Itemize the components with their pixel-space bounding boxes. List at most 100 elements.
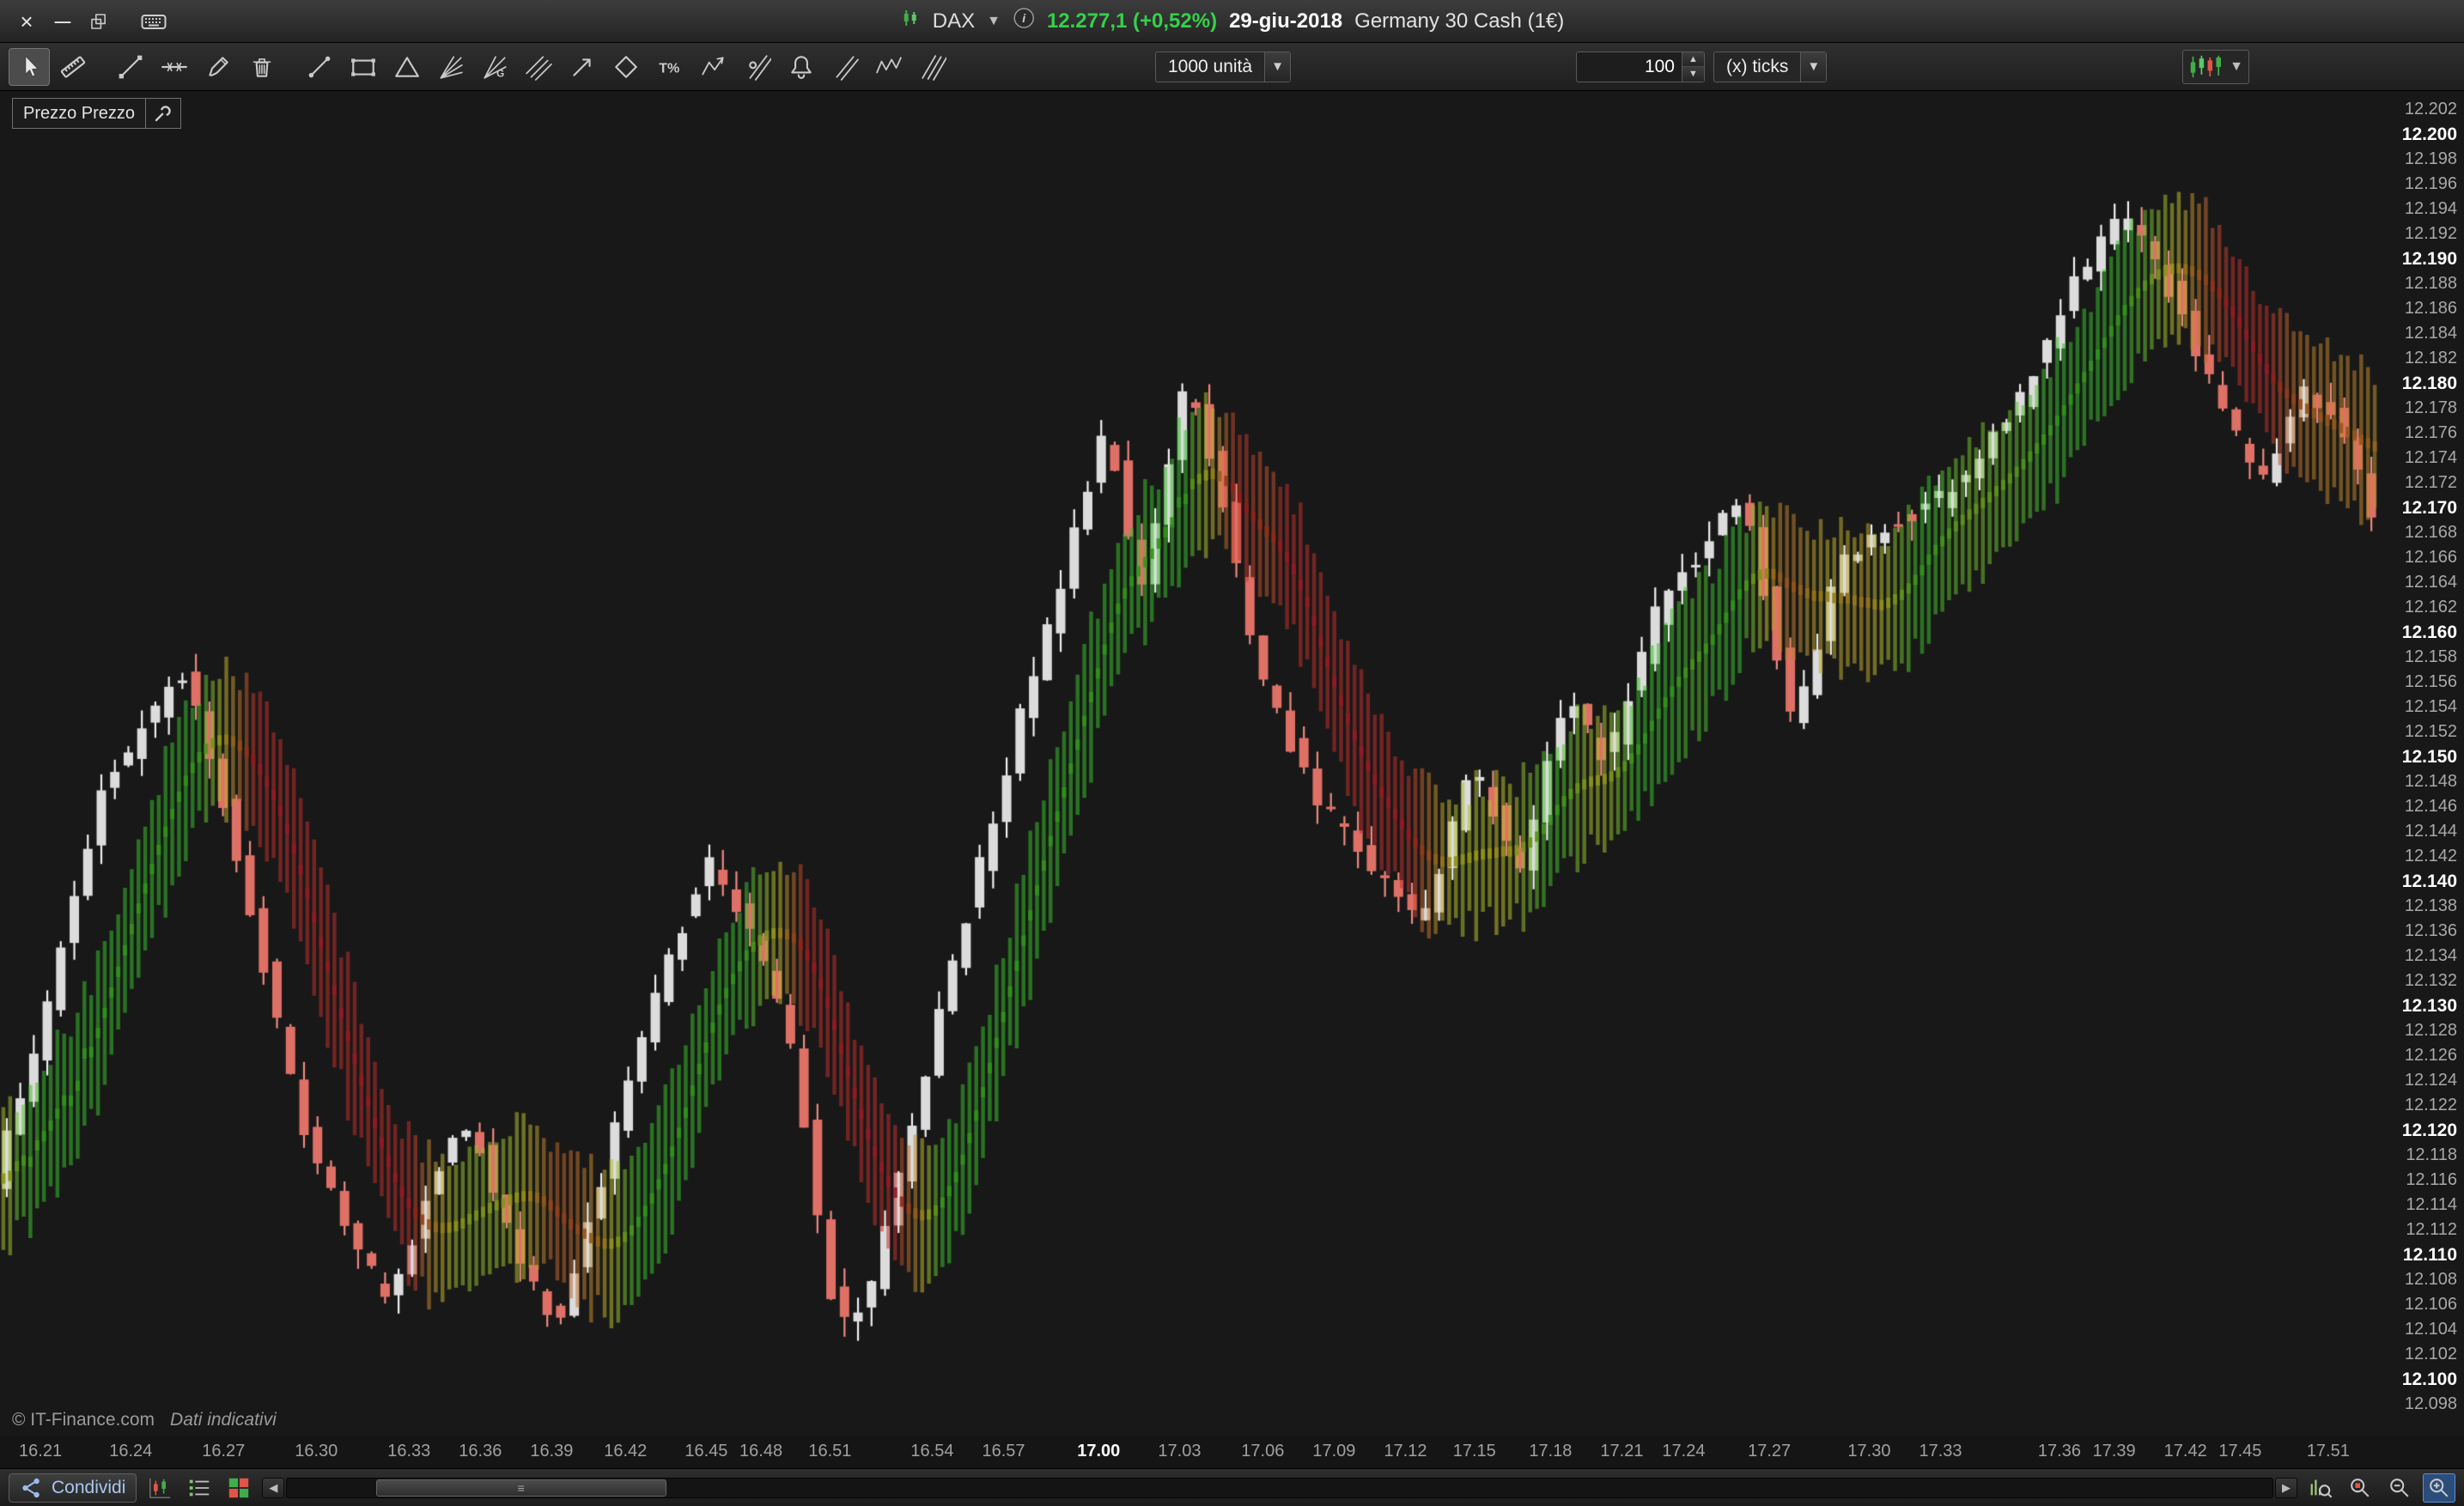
price-axis-label: 12.112 [2406, 1219, 2457, 1239]
percent-retracement-tool-button[interactable]: T% [649, 48, 691, 86]
time-axis-label: 16.33 [387, 1442, 431, 1460]
chevron-down-icon[interactable]: ▼ [987, 14, 1001, 29]
indicator-tab[interactable]: Prezzo Prezzo [12, 98, 182, 129]
scroll-left-icon[interactable]: ◀ [262, 1477, 285, 1498]
trash-icon [252, 58, 271, 77]
zigzag-tool-button[interactable] [693, 48, 734, 86]
price-axis-label: 12.198 [2404, 149, 2457, 168]
price-axis-label: 12.104 [2404, 1319, 2457, 1339]
info-icon[interactable]: i [1013, 7, 1035, 35]
time-axis-label: 17.12 [1384, 1442, 1427, 1460]
price-axis-label: 12.158 [2404, 647, 2457, 666]
price-axis-label: 12.202 [2404, 99, 2457, 118]
zoom-out-button[interactable] [2383, 1473, 2416, 1503]
share-icon [22, 1478, 40, 1497]
price-axis-label: 12.194 [2404, 198, 2457, 218]
time-axis-label: 17.06 [1241, 1442, 1285, 1460]
triangle-tool-button[interactable] [386, 48, 428, 86]
zoom-selection-button[interactable] [2344, 1473, 2376, 1503]
price-axis-label: 12.178 [2404, 398, 2457, 417]
ticks-value[interactable]: 100 [1577, 52, 1682, 82]
time-axis-label: 16.39 [530, 1442, 574, 1460]
minimize-window-icon[interactable]: ─ [50, 9, 76, 34]
rectangle-icon [351, 58, 375, 76]
price-axis-label: 12.188 [2404, 273, 2457, 293]
cursor-icon [25, 55, 39, 77]
freehand-tool-button[interactable] [198, 48, 239, 86]
price-axis-label: 12.130 [2401, 995, 2457, 1016]
list-icon [190, 1479, 210, 1496]
restore-window-icon[interactable] [86, 9, 112, 34]
zoom-in-button[interactable] [2423, 1473, 2455, 1503]
alert-tool-button[interactable] [781, 48, 822, 86]
chevron-down-icon[interactable]: ▼ [2230, 59, 2243, 75]
scroll-right-icon[interactable]: ▶ [2275, 1477, 2297, 1498]
cursor-tool-button[interactable] [9, 47, 50, 86]
pitchfork-tool-button[interactable] [518, 48, 559, 86]
elliott-wave-tool-button[interactable] [868, 48, 910, 86]
price-axis-label: 12.156 [2404, 671, 2457, 691]
drawing-toolbar: G T% 1000 unità ▼ 100 ▲ ▼ (x) ticks ▼ ▼ [0, 43, 2464, 91]
mosaic-button[interactable] [222, 1473, 255, 1503]
share-label: Condividi [52, 1477, 126, 1497]
price-axis-label: 12.136 [2404, 920, 2457, 940]
price-axis-label: 12.184 [2404, 323, 2457, 343]
units-dropdown[interactable]: 1000 unità ▼ [1155, 51, 1292, 82]
share-button[interactable]: Condividi [9, 1473, 137, 1503]
multi-slash-tool-button[interactable] [912, 48, 953, 86]
cycle-lines-icon [749, 54, 771, 81]
time-axis-label: 17.15 [1452, 1442, 1496, 1460]
svg-text:G: G [496, 68, 504, 79]
percent-icon: T% [659, 61, 679, 76]
price-axis-label: 12.102 [2404, 1344, 2457, 1363]
zoom-chart-settings-button[interactable] [2304, 1473, 2337, 1503]
mosaic-icon [229, 1478, 249, 1497]
time-axis[interactable]: 16.21 16.24 16.27 16.30 16.33 16.36 16.39 16.42… [0, 1436, 2464, 1468]
close-window-icon[interactable]: × [14, 9, 40, 34]
price-axis-label: 12.182 [2404, 348, 2457, 367]
watchlist-button[interactable] [183, 1473, 216, 1503]
cycle-lines-tool-button[interactable] [737, 48, 778, 86]
price-axis-label: 12.120 [2401, 1120, 2457, 1140]
ticks-stepper: ▲ ▼ [1682, 52, 1704, 82]
time-axis-label: 16.21 [19, 1442, 63, 1460]
fan-lines-tool-button[interactable] [430, 48, 472, 86]
chart-scrollbar[interactable]: ◀ ≡ ▶ [262, 1476, 2297, 1500]
last-price: 12.277,1 (+0,52%) [1046, 9, 1218, 33]
indicator-settings-button[interactable] [145, 99, 180, 128]
ticks-value-input[interactable]: 100 ▲ ▼ [1576, 51, 1705, 82]
step-down-icon[interactable]: ▼ [1682, 67, 1704, 82]
chart-style-button[interactable]: ▼ [2182, 49, 2249, 84]
horizontal-line-tool-button[interactable] [154, 48, 195, 86]
delete-tool-button[interactable] [241, 48, 283, 86]
rectangle-tool-button[interactable] [343, 48, 384, 86]
line-tool-button[interactable] [110, 48, 151, 86]
chevron-down-icon[interactable]: ▼ [1800, 52, 1827, 82]
scrollbar-thumb[interactable]: ≡ [376, 1479, 666, 1497]
ticks-type-dropdown[interactable]: (x) ticks ▼ [1713, 51, 1828, 82]
parallel-lines-tool-button[interactable] [824, 48, 866, 86]
gann-fan-tool-button[interactable]: G [474, 48, 515, 86]
diamond-tool-button[interactable] [605, 48, 647, 86]
title-bar: × ─ DAX ▼ i 12.277,1 (+0,52%) 29-giu-201… [0, 0, 2464, 43]
time-axis-label: 17.39 [2092, 1442, 2136, 1460]
zigzag-icon [702, 56, 724, 75]
price-axis-label: 12.098 [2404, 1394, 2457, 1413]
pencil-icon [209, 56, 228, 76]
price-chart-canvas[interactable] [0, 91, 2378, 1436]
segment-tool-button[interactable] [299, 48, 340, 86]
scrollbar-track[interactable]: ≡ [286, 1477, 2273, 1498]
triangle-icon [395, 56, 419, 77]
intraday-chart-button[interactable] [143, 1473, 176, 1503]
price-axis[interactable]: 12.202 12.200 12.198 12.196 12.194 12.192 12.1… [2378, 91, 2464, 1436]
instrument-name[interactable]: DAX [933, 9, 975, 33]
keyboard-icon[interactable] [141, 9, 167, 34]
step-up-icon[interactable]: ▲ [1682, 52, 1704, 67]
arrow-tool-button[interactable] [562, 48, 603, 86]
price-axis-label: 12.186 [2404, 298, 2457, 318]
chevron-down-icon[interactable]: ▼ [1264, 52, 1291, 82]
ruler-tool-button[interactable] [52, 48, 94, 86]
svg-text:T%: T% [659, 61, 679, 76]
price-axis-label: 12.144 [2404, 821, 2457, 841]
price-axis-label: 12.128 [2404, 1020, 2457, 1040]
